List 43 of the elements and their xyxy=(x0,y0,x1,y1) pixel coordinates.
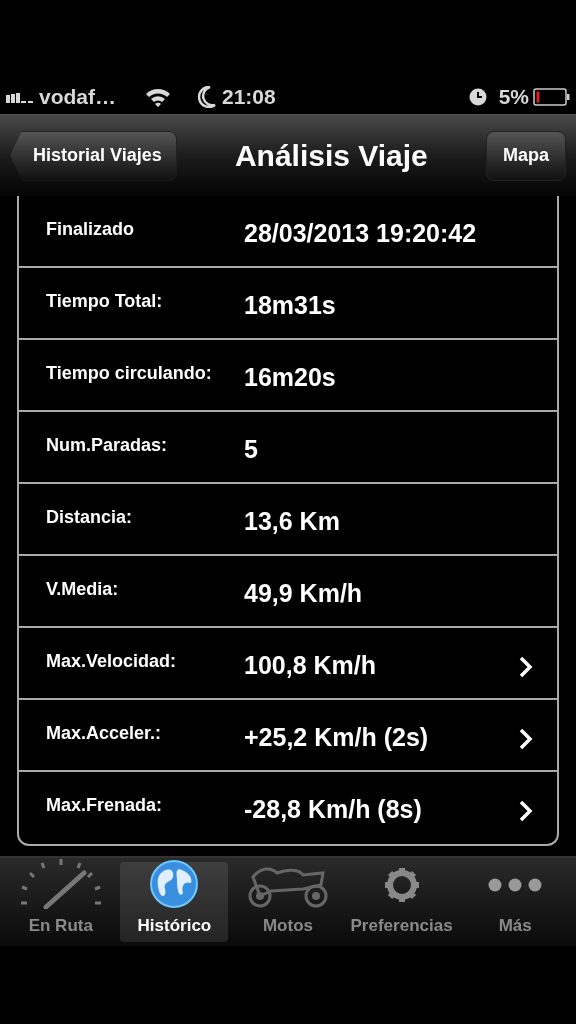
table-row[interactable]: Max.Frenada: -28,8 Km/h (8s) xyxy=(19,772,557,844)
row-value: 13,6 Km xyxy=(244,506,341,537)
row-value: 28/03/2013 19:20:42 xyxy=(244,218,478,249)
wifi-icon xyxy=(144,86,172,108)
row-value: 16m20s xyxy=(244,362,337,393)
tab-bar-item[interactable]: Preferencias xyxy=(347,862,456,942)
row-value: 49,9 Km/h xyxy=(244,578,364,609)
battery-icon xyxy=(533,88,570,106)
screen-title: Análisis Viaje xyxy=(233,138,429,174)
row-label: Tiempo Total: xyxy=(46,290,164,313)
moon-icon xyxy=(198,86,216,108)
gear-icon xyxy=(382,866,421,905)
tab-bar-item[interactable]: Motos xyxy=(234,862,342,942)
signal-icon xyxy=(6,91,34,103)
tab-bar-item[interactable]: Histórico xyxy=(120,862,229,942)
chevron-right-icon xyxy=(519,656,533,678)
row-value: +25,2 Km/h (2s) xyxy=(244,722,430,753)
more-icon xyxy=(488,878,543,893)
chevron-right-icon xyxy=(519,800,533,822)
row-label: Max.Acceler.: xyxy=(46,722,163,745)
row-value: -28,8 Km/h (8s) xyxy=(244,794,423,825)
chevron-right-icon xyxy=(519,728,533,750)
row-label: Tiempo circulando: xyxy=(46,362,213,385)
map-button[interactable]: Mapa xyxy=(486,130,566,181)
carrier-name: vodaf… xyxy=(39,84,116,111)
battery-percent: 5% xyxy=(498,84,529,111)
clock-time: 21:08 xyxy=(222,84,276,111)
row-label: Num.Paradas: xyxy=(46,434,169,457)
alarm-clock-icon xyxy=(468,88,487,106)
tab-bar-item[interactable]: Más xyxy=(461,862,570,942)
row-value: 5 xyxy=(244,434,259,465)
row-value: 18m31s xyxy=(244,290,337,321)
tab-bar-item[interactable]: En Ruta xyxy=(6,862,115,942)
globe-icon xyxy=(149,858,200,909)
row-label: Max.Frenada: xyxy=(46,794,164,817)
back-button[interactable]: Historial Viajes xyxy=(10,130,177,181)
row-label: Distancia: xyxy=(46,506,134,529)
table-row[interactable]: Max.Velocidad: 100,8 Km/h xyxy=(19,628,557,700)
row-label: Max.Velocidad: xyxy=(46,650,178,673)
row-label: Finalizado xyxy=(46,218,135,241)
row-value: 100,8 Km/h xyxy=(244,650,377,681)
row-label: V.Media: xyxy=(46,578,120,601)
table-row[interactable]: Max.Acceler.: +25,2 Km/h (2s) xyxy=(19,700,557,772)
